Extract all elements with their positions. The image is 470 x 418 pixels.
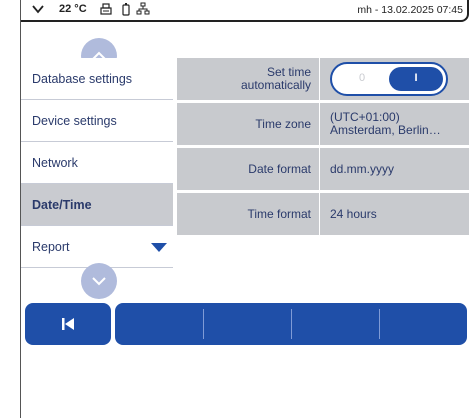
function-key-divider: [291, 309, 292, 339]
chevron-down-icon: [92, 277, 106, 286]
setting-label: Set time automatically: [177, 58, 319, 100]
menu-item-network[interactable]: Network: [21, 142, 173, 184]
date-format-value[interactable]: dd.mm.yyyy: [320, 148, 469, 190]
menu-item-label: Device settings: [32, 114, 117, 128]
toggle-off-label: 0: [359, 72, 366, 84]
printer-icon: [100, 3, 112, 15]
device-screen: 22 °C mh - 13.02.2025 07:45 Database set…: [20, 0, 469, 418]
time-zone-value[interactable]: (UTC+01:00) Amsterdam, Berlin…: [320, 103, 469, 145]
date-time-settings: Set time automatically 0 I Time zone (UT…: [177, 58, 469, 238]
setting-row-date-format[interactable]: Date format dd.mm.yyyy: [177, 148, 469, 193]
settings-menu: Database settings Device settings Networ…: [21, 58, 173, 268]
back-button[interactable]: [25, 303, 111, 345]
menu-item-label: Network: [32, 156, 78, 170]
user-datetime: mh - 13.02.2025 07:45: [357, 4, 463, 16]
menu-item-report[interactable]: Report: [21, 226, 173, 268]
toggle-on-label: I: [414, 72, 418, 84]
setting-row-set-time: Set time automatically 0 I: [177, 58, 469, 103]
status-bar: 22 °C mh - 13.02.2025 07:45: [21, 0, 469, 22]
bottom-toolbar: [25, 303, 469, 345]
battery-icon: [122, 3, 130, 16]
setting-label: Time zone: [177, 103, 319, 145]
function-key-divider: [379, 309, 380, 339]
setting-row-time-zone[interactable]: Time zone (UTC+01:00) Amsterdam, Berlin…: [177, 103, 469, 148]
menu-item-label: Date/Time: [32, 198, 92, 212]
set-time-toggle[interactable]: 0 I: [330, 62, 448, 96]
menu-item-label: Database settings: [32, 72, 133, 86]
menu-item-date-time[interactable]: Date/Time: [21, 184, 173, 226]
menu-item-database-settings[interactable]: Database settings: [21, 58, 173, 100]
time-format-value[interactable]: 24 hours: [320, 193, 469, 235]
temperature-readout: 22 °C: [59, 3, 87, 15]
setting-row-time-format[interactable]: Time format 24 hours: [177, 193, 469, 238]
scroll-down-button[interactable]: [81, 263, 117, 299]
function-key-bar[interactable]: [115, 303, 467, 345]
menu-item-label: Report: [32, 240, 70, 254]
back-to-start-icon: [62, 318, 74, 330]
chevron-down-icon[interactable]: [31, 2, 45, 16]
setting-label: Time format: [177, 193, 319, 235]
toggle-knob[interactable]: I: [389, 67, 443, 91]
setting-value: 0 I: [320, 58, 469, 100]
network-icon: [136, 2, 150, 15]
function-key-divider: [203, 309, 204, 339]
menu-item-device-settings[interactable]: Device settings: [21, 100, 173, 142]
dropdown-arrow-icon: [151, 243, 167, 252]
setting-label: Date format: [177, 148, 319, 190]
